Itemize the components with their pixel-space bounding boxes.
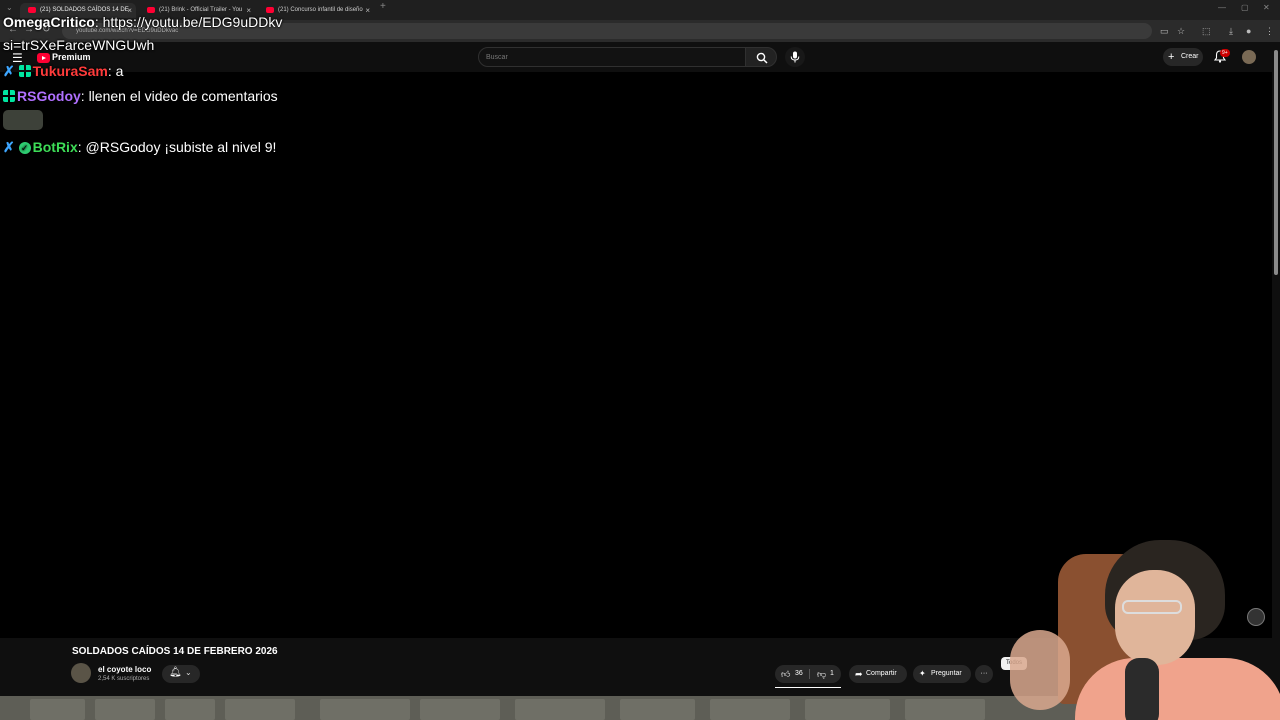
browser-menu-icon[interactable]: ⋮ — [1265, 26, 1274, 37]
subscriber-badge-icon — [18, 65, 31, 77]
chat-message-continuation: si=trSXeFarceWNGUwh — [3, 37, 154, 53]
chat-text: https://youtu.be/EDG9uDDkv — [102, 14, 283, 30]
chat-text: si=trSXeFarceWNGUwh — [3, 37, 155, 53]
thumbs-up-icon[interactable]: 👍︎ — [781, 665, 790, 683]
like-count[interactable]: 36 — [795, 665, 803, 683]
share-arrow-icon: ➦ — [855, 669, 863, 679]
chat-text: a — [115, 63, 124, 79]
account-avatar[interactable] — [1242, 50, 1256, 64]
tab-label: (21) Brink - Official Trailer - You — [159, 7, 243, 13]
tab-list-icon[interactable]: ⌄ — [6, 3, 13, 12]
voice-search-button[interactable] — [785, 47, 805, 67]
microphone-icon — [790, 51, 800, 63]
like-underline — [775, 687, 841, 688]
chat-emote-image — [3, 110, 43, 130]
like-dislike-group: 👍︎ 36 👎︎ 1 — [775, 665, 841, 683]
share-label: Compartir — [866, 670, 897, 677]
notification-badge: 9+ — [1220, 49, 1230, 57]
thumbnail[interactable] — [905, 699, 985, 720]
extensions-icon[interactable]: ⬚ — [1202, 26, 1211, 37]
thumbnail[interactable] — [165, 699, 215, 720]
bell-icon: 🔔︎ — [169, 667, 182, 678]
thumbnail[interactable] — [320, 699, 410, 720]
cast-icon[interactable]: ▭ — [1160, 26, 1169, 37]
chat-message: OmegaCritico: https://youtu.be/EDG9uDDkv — [3, 14, 282, 30]
minimize-icon[interactable]: — — [1218, 3, 1226, 12]
chat-message: ✗ TukuraSam: a — [3, 63, 123, 80]
plus-icon: + — [1168, 51, 1175, 63]
channel-avatar[interactable] — [71, 663, 91, 683]
channel-name[interactable]: el coyote loco — [98, 665, 151, 674]
sparkle-icon: ✦ — [919, 669, 926, 678]
chat-username: TukuraSam — [32, 63, 108, 79]
sword-badge-icon: ✗ — [3, 139, 15, 155]
webcam-face — [1115, 570, 1195, 665]
youtube-favicon-icon — [28, 7, 36, 13]
verified-bot-badge-icon: ✓ — [18, 142, 31, 154]
thumbnail[interactable] — [805, 699, 890, 720]
chat-message: RSGodoy: llenen el video de comentarios — [3, 88, 278, 104]
chevron-down-icon: ⌄ — [185, 668, 192, 677]
thumbnail[interactable] — [30, 699, 85, 720]
chat-username: OmegaCritico — [3, 14, 95, 30]
thumbnail[interactable] — [710, 699, 790, 720]
share-button[interactable]: ➦ Compartir — [849, 665, 907, 683]
youtube-favicon-icon — [147, 7, 155, 13]
chat-text: llenen el video de comentarios — [88, 88, 278, 104]
chat-separator: : — [107, 63, 116, 79]
premium-logo-label[interactable]: Premium — [52, 52, 91, 62]
thumbnail[interactable] — [515, 699, 605, 720]
search-button[interactable] — [745, 47, 777, 67]
chat-message: ✗ ✓ BotRix: @RSGodoy ¡subiste al nivel 9! — [3, 139, 276, 156]
chat-text: @RSGodoy ¡subiste al nivel 9! — [85, 139, 277, 155]
maximize-icon[interactable]: ▢ — [1241, 3, 1249, 12]
streamer-webcam-overlay — [1000, 540, 1280, 720]
close-tab-icon[interactable]: × — [365, 3, 370, 18]
window-close-icon[interactable]: ✕ — [1263, 3, 1270, 12]
chat-username: RSGodoy — [17, 88, 81, 104]
chat-separator: : — [77, 139, 86, 155]
divider — [809, 669, 810, 679]
page-scrollbar-thumb[interactable] — [1274, 50, 1278, 275]
chat-username: BotRix — [32, 139, 78, 155]
youtube-favicon-icon — [266, 7, 274, 13]
more-actions-button[interactable]: ··· — [975, 665, 993, 683]
create-label: Crear — [1181, 53, 1199, 60]
subscriber-count: 2,54 K suscriptores — [98, 676, 150, 682]
youtube-logo-icon[interactable] — [37, 53, 50, 63]
tab-label: (21) Concurso infantil de diseño — [278, 7, 363, 13]
tab-label: (21) SOLDADOS CAÍDOS 14 DE — [40, 7, 129, 13]
webcam-hand — [1010, 630, 1070, 710]
subscriber-badge-icon — [3, 90, 15, 102]
thumbs-down-icon[interactable]: 👎︎ — [817, 665, 826, 683]
chat-separator: : — [94, 14, 103, 30]
webcam-glasses — [1122, 600, 1182, 614]
ask-button[interactable]: ✦ Preguntar — [913, 665, 971, 683]
profile-icon[interactable]: ● — [1246, 26, 1251, 36]
subscription-notifications-button[interactable]: 🔔︎ ⌄ — [162, 665, 200, 683]
create-button[interactable]: + Crear — [1163, 48, 1203, 66]
bookmark-star-icon[interactable]: ☆ — [1177, 26, 1185, 37]
chat-separator: : — [80, 88, 89, 104]
ask-label: Preguntar — [931, 670, 962, 677]
thumbnail[interactable] — [225, 699, 295, 720]
webcam-shirt — [1075, 658, 1280, 720]
video-title: SOLDADOS CAÍDOS 14 DE FEBRERO 2026 — [72, 646, 278, 657]
thumbnail[interactable] — [420, 699, 500, 720]
dislike-count[interactable]: 1 — [830, 665, 834, 683]
search-icon — [756, 52, 768, 64]
search-input[interactable] — [478, 47, 746, 67]
sword-badge-icon: ✗ — [3, 63, 15, 79]
thumbnail[interactable] — [95, 699, 155, 720]
thumbnail[interactable] — [620, 699, 695, 720]
new-tab-button[interactable]: + — [380, 1, 386, 12]
download-icon[interactable]: ⤓ — [1229, 26, 1233, 37]
webcam-microphone — [1125, 658, 1159, 720]
